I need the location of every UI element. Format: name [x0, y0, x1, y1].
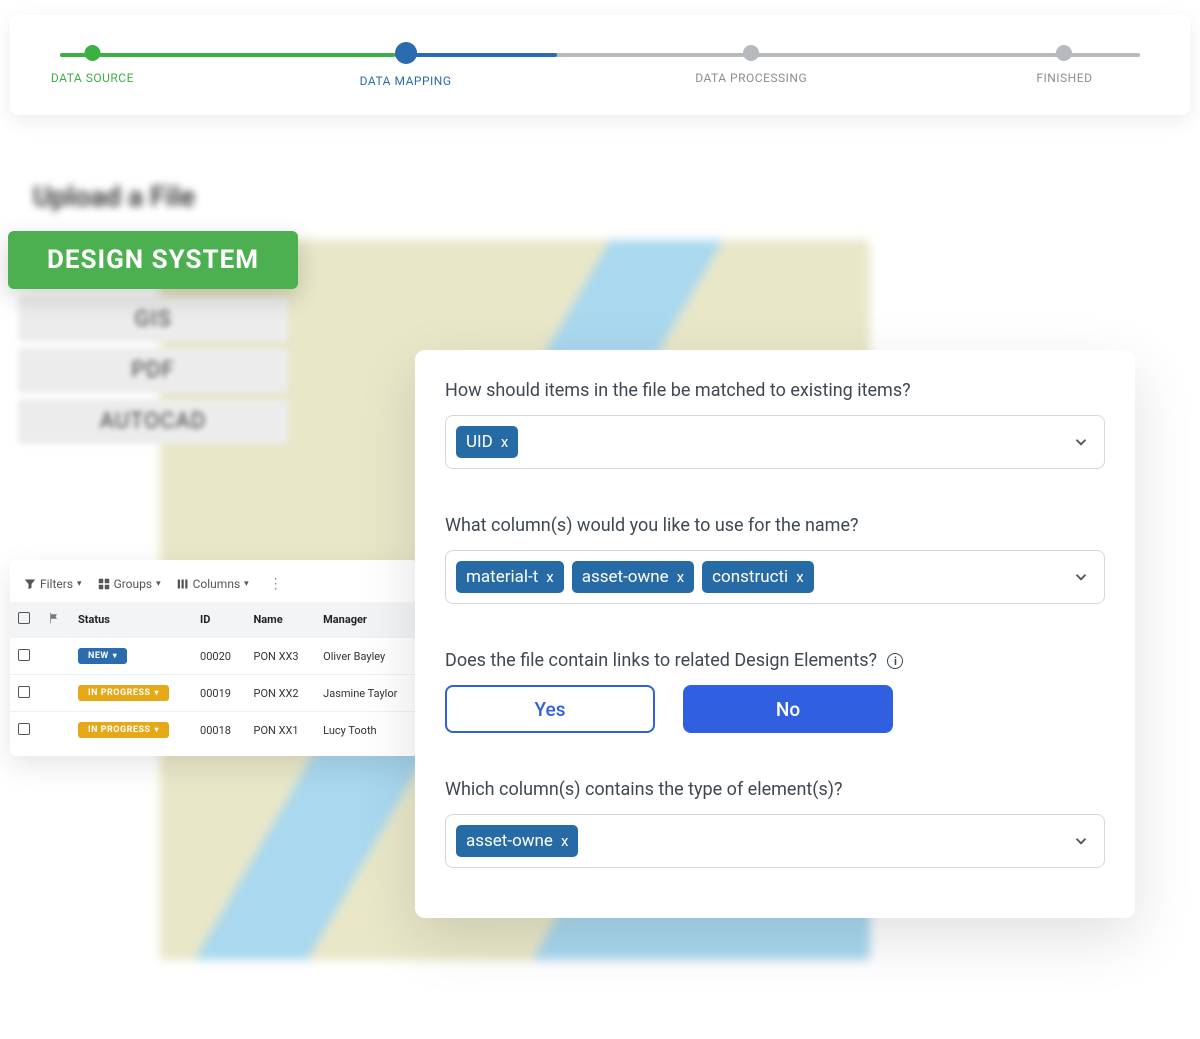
step-finished[interactable]: FINISHED — [1036, 45, 1092, 85]
step-data-processing[interactable]: DATA PROCESSING — [695, 45, 807, 85]
yes-button[interactable]: Yes — [445, 685, 655, 733]
chevron-down-icon — [1072, 568, 1090, 586]
row-checkbox[interactable] — [10, 638, 40, 675]
row-status[interactable]: IN PROGRESS▾ — [70, 675, 192, 712]
tag-constructi: constructi x — [702, 561, 814, 593]
table-toolbar: Filters ▾ Groups ▾ Columns ▾ ⋮ — [10, 572, 418, 602]
step-dot-icon — [1056, 45, 1072, 61]
step-label: DATA SOURCE — [51, 71, 134, 85]
data-mapping-form: How should items in the file be matched … — [415, 350, 1135, 918]
tag-label: UID — [466, 432, 493, 452]
tag-uid: UID x — [456, 426, 518, 458]
header-manager[interactable]: Manager — [315, 602, 418, 638]
row-name: PON XX3 — [246, 638, 316, 675]
chevron-down-icon — [1072, 832, 1090, 850]
row-id: 00019 — [192, 675, 245, 712]
tag-asset-owne: asset-owne x — [456, 825, 578, 857]
form-label: Does the file contain links to related D… — [445, 650, 1105, 671]
row-checkbox[interactable] — [10, 675, 40, 712]
tag-label: asset-owne — [466, 831, 553, 851]
row-name: PON XX2 — [246, 675, 316, 712]
upload-panel-title: Upload a File — [33, 180, 273, 213]
tag-label: constructi — [712, 567, 788, 587]
table-header-row: Status ID Name Manager — [10, 602, 418, 638]
table-row[interactable]: IN PROGRESS▾00018PON XX1Lucy Tooth — [10, 712, 418, 749]
kebab-menu-icon[interactable]: ⋮ — [265, 576, 287, 592]
step-dot-icon — [84, 45, 100, 61]
columns-button[interactable]: Columns ▾ — [177, 577, 249, 591]
step-dot-icon — [743, 45, 759, 61]
progress-stepper: DATA SOURCE DATA MAPPING DATA PROCESSING… — [10, 15, 1190, 115]
name-columns-select[interactable]: material-t x asset-owne x constructi x — [445, 550, 1105, 604]
upload-option-autocad[interactable]: AUTOCAD — [18, 399, 288, 444]
header-name[interactable]: Name — [246, 602, 316, 638]
groups-label: Groups — [114, 577, 153, 591]
data-table-panel: Filters ▾ Groups ▾ Columns ▾ ⋮ Status ID… — [10, 560, 418, 756]
columns-icon — [177, 578, 189, 590]
row-manager: Oliver Bayley — [315, 638, 418, 675]
tag-material-t: material-t x — [456, 561, 564, 593]
step-label: FINISHED — [1036, 71, 1092, 85]
upload-option-gis[interactable]: GIS — [18, 297, 288, 342]
remove-tag-icon[interactable]: x — [501, 433, 508, 451]
chevron-down-icon: ▾ — [244, 579, 249, 589]
chevron-down-icon — [1072, 433, 1090, 451]
form-label: Which column(s) contains the type of ele… — [445, 779, 1105, 800]
form-label: What column(s) would you like to use for… — [445, 515, 1105, 536]
row-id: 00020 — [192, 638, 245, 675]
columns-label: Columns — [193, 577, 241, 591]
info-icon[interactable]: i — [887, 653, 903, 669]
row-status[interactable]: NEW▾ — [70, 638, 192, 675]
row-checkbox[interactable] — [10, 712, 40, 749]
data-grid: Status ID Name Manager NEW▾00020PON XX3O… — [10, 602, 418, 748]
no-button[interactable]: No — [683, 685, 893, 733]
chevron-down-icon: ▾ — [77, 579, 82, 589]
step-dot-icon — [395, 42, 417, 64]
step-label: DATA MAPPING — [360, 74, 452, 88]
remove-tag-icon[interactable]: x — [796, 568, 803, 586]
tag-label: material-t — [466, 567, 538, 587]
row-manager: Lucy Tooth — [315, 712, 418, 749]
step-data-source[interactable]: DATA SOURCE — [51, 45, 134, 85]
upload-option-pdf[interactable]: PDF — [18, 348, 288, 393]
form-group-name-columns: What column(s) would you like to use for… — [445, 515, 1105, 604]
row-name: PON XX1 — [246, 712, 316, 749]
form-group-match-items: How should items in the file be matched … — [445, 380, 1105, 469]
grid-icon — [98, 578, 110, 590]
tag-asset-owne: asset-owne x — [572, 561, 694, 593]
step-label: DATA PROCESSING — [695, 71, 807, 85]
row-flag[interactable] — [40, 712, 70, 749]
remove-tag-icon[interactable]: x — [677, 568, 684, 586]
tag-label: asset-owne — [582, 567, 669, 587]
row-status[interactable]: IN PROGRESS▾ — [70, 712, 192, 749]
form-group-related-links: Does the file contain links to related D… — [445, 650, 1105, 733]
row-id: 00018 — [192, 712, 245, 749]
funnel-icon — [24, 578, 36, 590]
form-label-text: Does the file contain links to related D… — [445, 650, 877, 671]
type-columns-select[interactable]: asset-owne x — [445, 814, 1105, 868]
upload-option-design-system[interactable]: DESIGN SYSTEM — [8, 231, 298, 289]
header-id[interactable]: ID — [192, 602, 245, 638]
form-label: How should items in the file be matched … — [445, 380, 1105, 401]
upload-file-panel: Upload a File DESIGN SYSTEM GIS PDF AUTO… — [18, 170, 288, 450]
row-flag[interactable] — [40, 638, 70, 675]
filters-button[interactable]: Filters ▾ — [24, 577, 82, 591]
groups-button[interactable]: Groups ▾ — [98, 577, 161, 591]
match-items-select[interactable]: UID x — [445, 415, 1105, 469]
remove-tag-icon[interactable]: x — [561, 832, 568, 850]
header-status[interactable]: Status — [70, 602, 192, 638]
step-data-mapping[interactable]: DATA MAPPING — [360, 45, 452, 88]
filters-label: Filters — [40, 577, 73, 591]
row-manager: Jasmine Taylor — [315, 675, 418, 712]
table-row[interactable]: NEW▾00020PON XX3Oliver Bayley — [10, 638, 418, 675]
flag-icon — [48, 612, 60, 624]
remove-tag-icon[interactable]: x — [546, 568, 553, 586]
row-flag[interactable] — [40, 675, 70, 712]
form-group-type-columns: Which column(s) contains the type of ele… — [445, 779, 1105, 868]
table-row[interactable]: IN PROGRESS▾00019PON XX2Jasmine Taylor — [10, 675, 418, 712]
header-flag[interactable] — [40, 602, 70, 638]
chevron-down-icon: ▾ — [156, 579, 161, 589]
header-checkbox[interactable] — [10, 602, 40, 638]
